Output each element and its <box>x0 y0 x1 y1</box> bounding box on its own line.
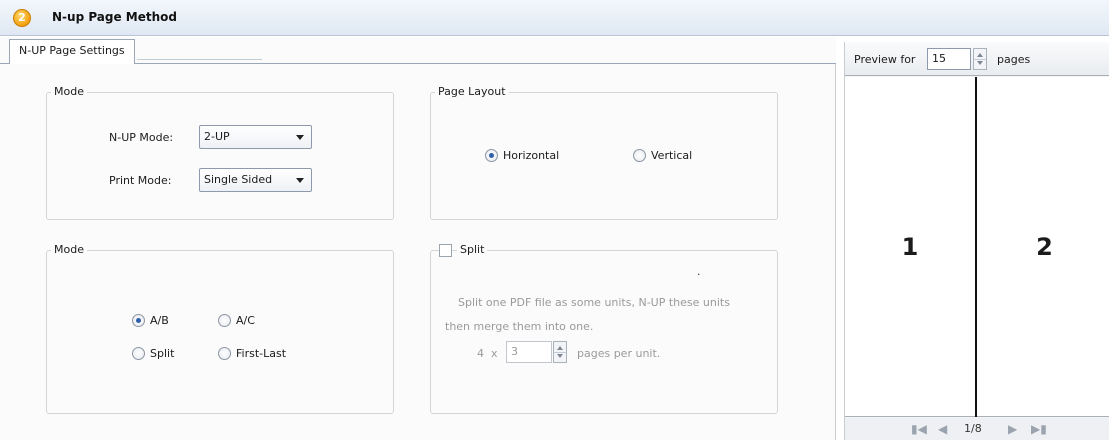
page-layout-legend: Page Layout <box>435 85 509 98</box>
ac-label: A/C <box>236 314 255 327</box>
preview-for-label: Preview for <box>854 53 916 66</box>
units-prefix: 4 x <box>477 347 498 360</box>
window-title: N-up Page Method <box>52 10 178 24</box>
radio-selected-icon <box>485 149 498 162</box>
mode-group-legend: Mode <box>51 85 87 98</box>
split-radio[interactable]: Split <box>132 347 174 360</box>
vertical-label: Vertical <box>651 149 693 162</box>
print-mode-value: Single Sided <box>204 173 273 186</box>
page-layout-group: Page Layout Horizontal Vertical <box>430 85 778 220</box>
stepper-up-icon <box>557 346 563 350</box>
page-indicator: 1/8 <box>964 422 982 435</box>
preview-pages-stepper[interactable] <box>973 48 987 70</box>
stepper-divider <box>974 59 986 60</box>
print-mode-label: Print Mode: <box>109 174 172 187</box>
first-last-label: First-Last <box>236 347 287 360</box>
preview-page-2: 2 <box>979 77 1109 417</box>
next-page-icon[interactable]: ▶ <box>1008 421 1017 437</box>
radio-unselected-icon <box>218 314 231 327</box>
preview-toolbar: Preview for 15 pages <box>845 42 1109 76</box>
units-suffix: pages per unit. <box>577 347 661 360</box>
preview-pages-suffix: pages <box>997 53 1031 66</box>
last-page-icon[interactable]: ▶▮ <box>1031 421 1047 437</box>
split-description-line2: then merge them into one. <box>445 320 594 333</box>
stepper-down-icon <box>977 61 983 65</box>
mode-group: Mode N-UP Mode: 2-UP Print Mode: Single … <box>46 85 394 220</box>
pages-per-unit-value: 3 <box>511 345 518 358</box>
order-mode-legend: Mode <box>51 243 87 256</box>
split-dot: . <box>697 265 701 278</box>
ab-label: A/B <box>150 314 169 327</box>
settings-panel: N-UP Page Settings Mode N-UP Mode: 2-UP … <box>0 37 836 440</box>
stepper-divider <box>554 352 566 353</box>
preview-pages-input[interactable]: 15 <box>927 48 971 70</box>
preview-page-1: 1 <box>845 77 977 417</box>
tab-nup-page-settings[interactable]: N-UP Page Settings <box>9 39 135 64</box>
preview-page-number: 2 <box>1036 233 1053 261</box>
radio-unselected-icon <box>132 347 145 360</box>
stepper-down-icon <box>557 354 563 358</box>
split-legend: Split <box>457 243 488 256</box>
title-bar: 2 N-up Page Method <box>0 0 1109 36</box>
order-mode-group: Mode A/B A/C Split First-Last <box>46 243 394 414</box>
horizontal-label: Horizontal <box>503 149 560 162</box>
print-mode-select[interactable]: Single Sided <box>199 168 312 192</box>
chevron-down-icon <box>296 178 304 183</box>
split-group: Split . Split one PDF file as some units… <box>430 243 778 414</box>
horizontal-radio[interactable]: Horizontal <box>485 149 559 162</box>
chevron-down-icon <box>296 135 304 140</box>
nup-mode-label: N-UP Mode: <box>109 131 174 144</box>
first-last-radio[interactable]: First-Last <box>218 347 286 360</box>
stepper-up-icon <box>977 53 983 57</box>
nup-mode-select[interactable]: 2-UP <box>199 125 312 149</box>
split-checkbox[interactable] <box>439 244 452 257</box>
pages-per-unit-input[interactable]: 3 <box>506 341 552 363</box>
preview-navigation: ▮◀ ◀ 1/8 ▶ ▶▮ <box>845 418 1109 440</box>
radio-selected-icon <box>132 314 145 327</box>
radio-unselected-icon <box>633 149 646 162</box>
nup-mode-value: 2-UP <box>204 130 230 143</box>
prev-page-icon[interactable]: ◀ <box>938 421 947 437</box>
tab-content: Mode N-UP Mode: 2-UP Print Mode: Single … <box>0 64 836 440</box>
preview-page-number: 1 <box>901 233 919 261</box>
split-description-line1: Split one PDF file as some units, N-UP t… <box>458 296 730 309</box>
ac-radio[interactable]: A/C <box>218 314 255 327</box>
preview-pages-value: 15 <box>932 52 946 65</box>
vertical-radio[interactable]: Vertical <box>633 149 692 162</box>
app-icon: 2 <box>13 9 31 27</box>
preview-panel: Preview for 15 pages 1 2 ▮◀ ◀ 1/8 ▶ ▶▮ <box>844 42 1109 440</box>
split-radio-label: Split <box>150 347 175 360</box>
pages-per-unit-stepper[interactable] <box>553 341 567 363</box>
radio-unselected-icon <box>218 347 231 360</box>
preview-area: 1 2 <box>845 77 1109 417</box>
ab-radio[interactable]: A/B <box>132 314 169 327</box>
first-page-icon[interactable]: ▮◀ <box>911 421 927 437</box>
